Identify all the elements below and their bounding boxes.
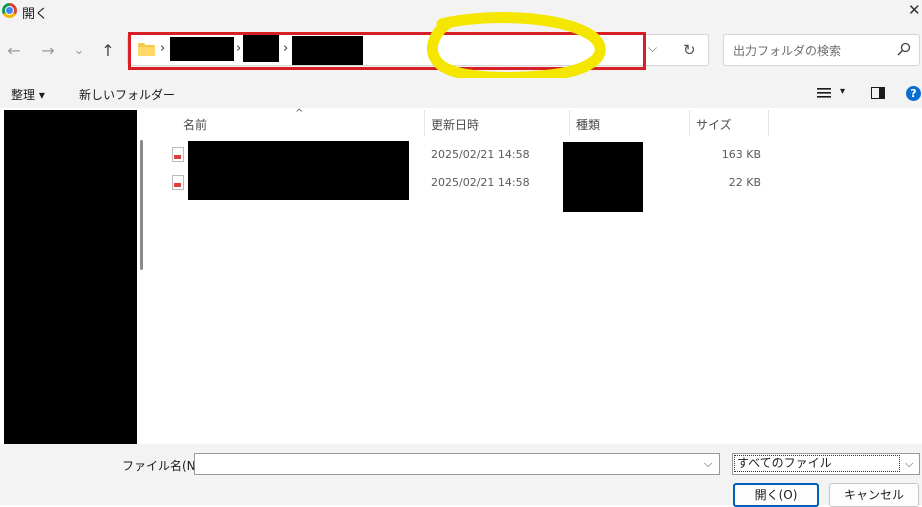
column-divider[interactable] xyxy=(689,110,690,136)
file-type-value[interactable]: すべてのファイル xyxy=(734,455,900,472)
column-header-name[interactable]: 名前 xyxy=(183,116,207,133)
navigation-pane-redacted xyxy=(4,110,137,444)
file-size: 22 KB xyxy=(728,176,761,189)
navigation-pane-scrollbar[interactable] xyxy=(140,140,143,270)
up-icon[interactable]: ↑ xyxy=(97,40,119,62)
file-date: 2025/02/21 14:58 xyxy=(431,176,530,189)
file-size: 163 KB xyxy=(721,148,761,161)
sort-ascending-icon: ^ xyxy=(295,108,304,119)
file-date: 2025/02/21 14:58 xyxy=(431,148,530,161)
cancel-button[interactable]: キャンセル xyxy=(829,483,919,507)
recent-locations-icon[interactable]: ⌄ xyxy=(68,40,90,62)
back-icon[interactable]: ← xyxy=(3,40,25,62)
column-header-size[interactable]: サイズ xyxy=(696,116,732,133)
column-divider[interactable] xyxy=(768,110,769,136)
file-types-redacted xyxy=(563,142,643,212)
search-icon[interactable] xyxy=(897,42,911,56)
filename-input[interactable] xyxy=(194,453,720,475)
help-icon[interactable]: ? xyxy=(906,86,921,101)
view-list-icon[interactable] xyxy=(817,87,831,99)
filename-label: ファイル名(N): xyxy=(122,459,205,473)
window-title: 開く xyxy=(22,7,49,22)
file-type-dropdown-icon[interactable]: ⌵ xyxy=(905,457,913,471)
pdf-file-icon xyxy=(172,147,184,162)
pdf-file-icon xyxy=(172,175,184,190)
new-folder-button[interactable]: 新しいフォルダー xyxy=(79,86,175,103)
forward-icon[interactable]: → xyxy=(37,40,59,62)
refresh-icon[interactable]: ↻ xyxy=(683,41,696,59)
address-dropdown-icon[interactable]: ⌵ xyxy=(648,41,657,56)
open-button[interactable]: 開く(O) xyxy=(733,483,819,507)
yellow-marker-annotation xyxy=(427,12,606,83)
column-divider[interactable] xyxy=(569,110,570,136)
close-icon[interactable]: ✕ xyxy=(908,1,922,19)
view-options-caret-icon[interactable]: ▾ xyxy=(840,86,845,97)
filename-history-dropdown-icon[interactable]: ⌵ xyxy=(704,457,712,471)
preview-pane-icon[interactable] xyxy=(871,87,885,99)
column-header-type[interactable]: 種類 xyxy=(576,116,600,133)
search-input[interactable]: 出力フォルダの検索 xyxy=(733,42,841,59)
chrome-icon xyxy=(2,3,17,18)
column-divider[interactable] xyxy=(424,110,425,136)
file-names-redacted xyxy=(188,141,409,200)
organize-button[interactable]: 整理 ▾ xyxy=(11,86,45,103)
column-header-date[interactable]: 更新日時 xyxy=(431,116,479,133)
